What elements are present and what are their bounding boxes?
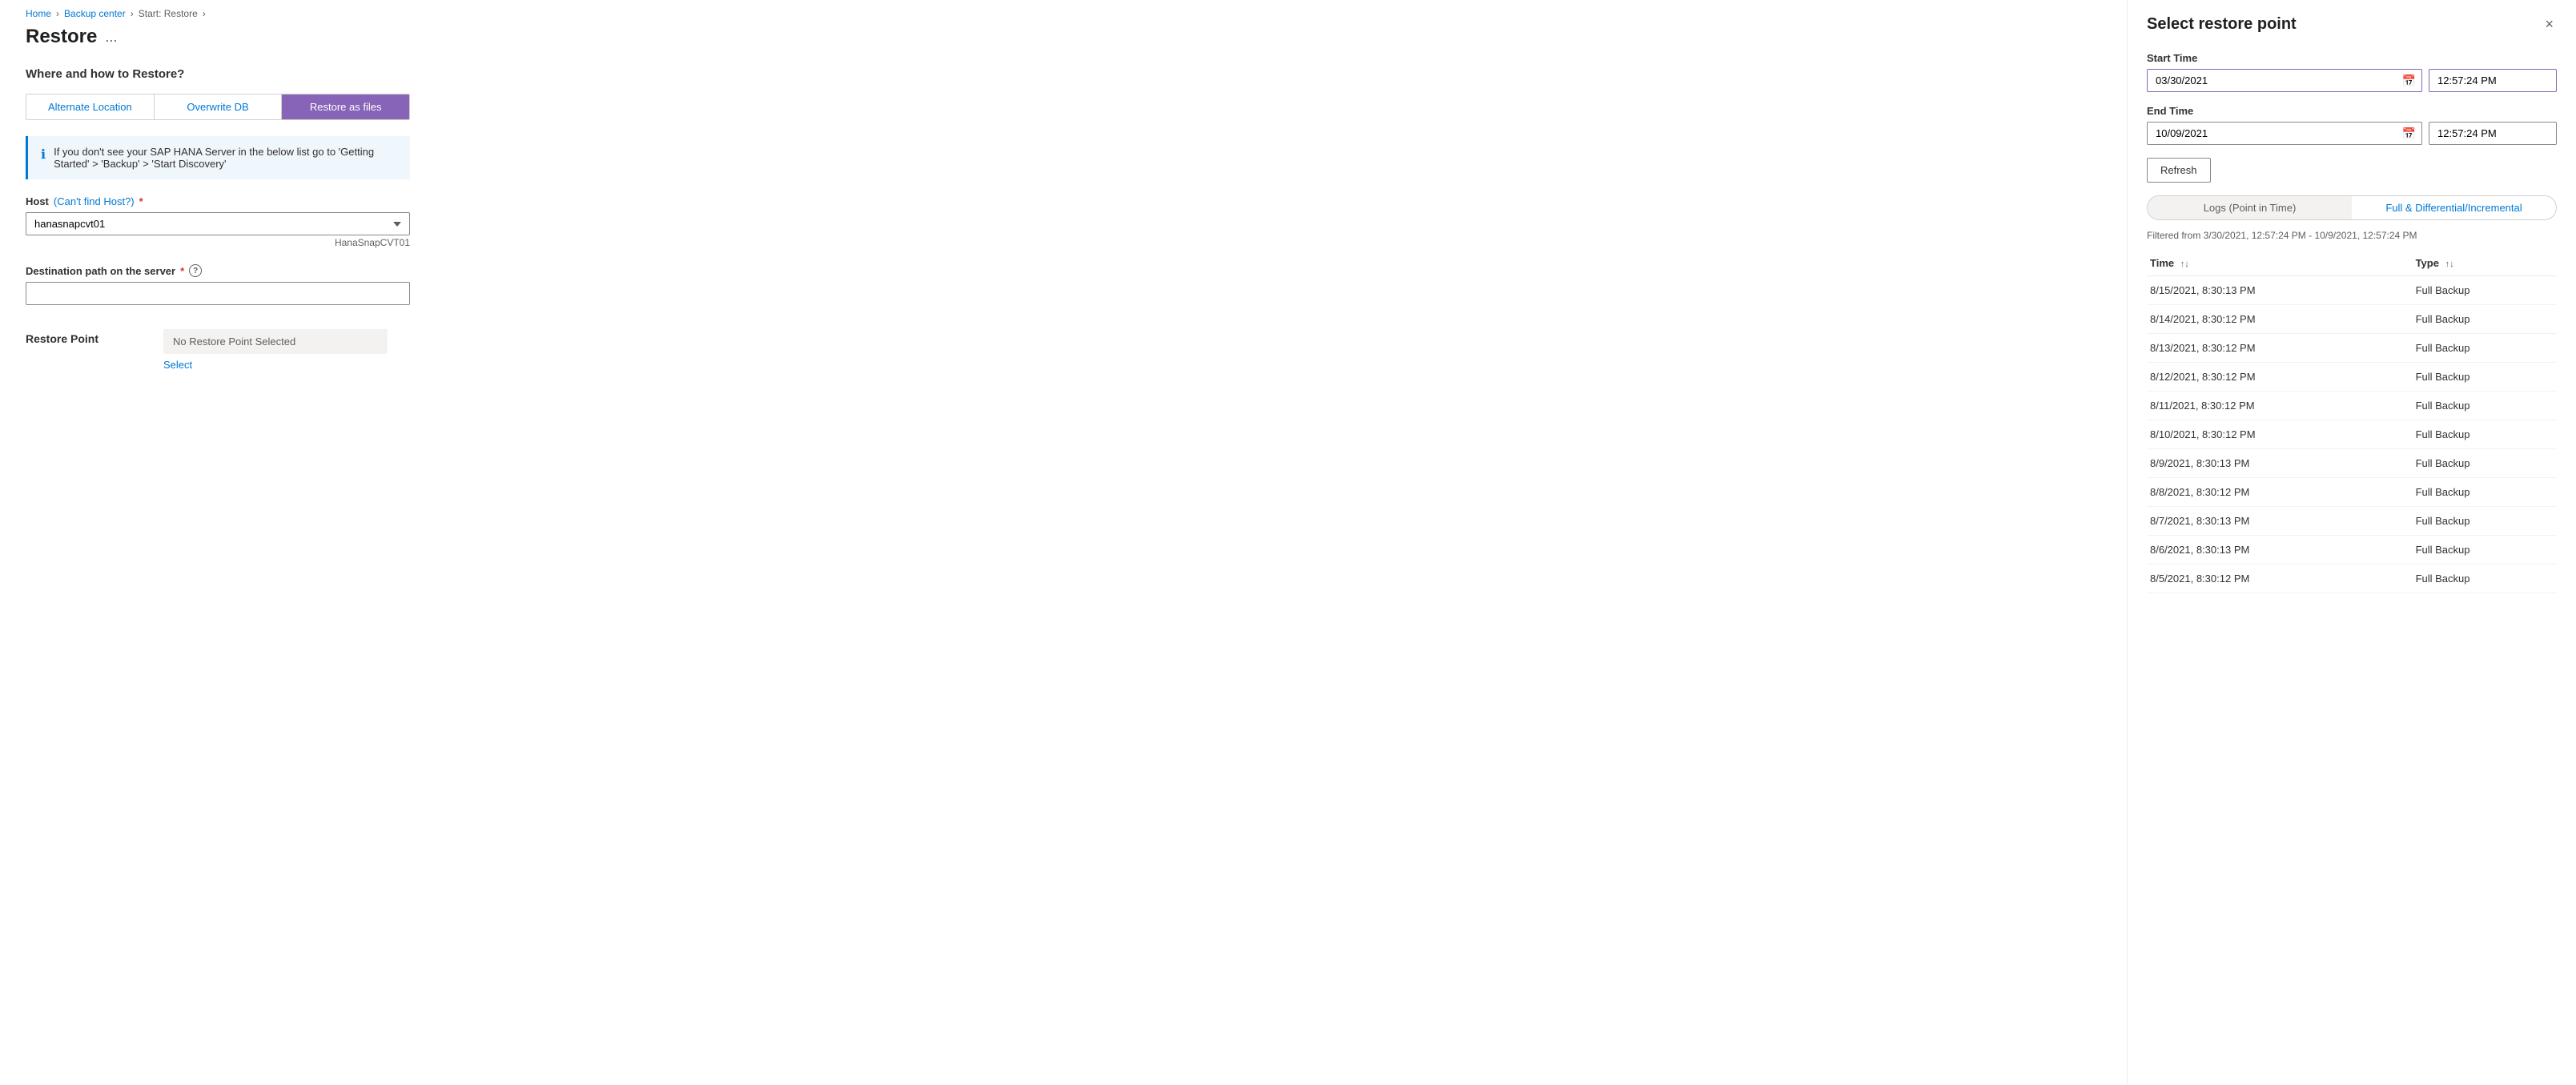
table-header: Time ↑↓ Type ↑↓ xyxy=(2147,251,2557,276)
tab-logs-point-in-time[interactable]: Logs (Point in Time) xyxy=(2148,196,2352,219)
end-time-row: 📅 xyxy=(2147,122,2557,145)
cell-type: Full Backup xyxy=(2413,420,2557,449)
cell-type: Full Backup xyxy=(2413,334,2557,363)
filter-info: Filtered from 3/30/2021, 12:57:24 PM - 1… xyxy=(2147,230,2557,241)
host-required: * xyxy=(139,195,143,207)
refresh-button[interactable]: Refresh xyxy=(2147,158,2211,183)
end-time-label: End Time xyxy=(2147,105,2557,117)
table-row[interactable]: 8/7/2021, 8:30:13 PMFull Backup xyxy=(2147,507,2557,536)
restore-point-placeholder: No Restore Point Selected xyxy=(163,329,388,354)
cell-type: Full Backup xyxy=(2413,392,2557,420)
table-row[interactable]: 8/5/2021, 8:30:12 PMFull Backup xyxy=(2147,565,2557,593)
info-box: ℹ If you don't see your SAP HANA Server … xyxy=(26,136,410,179)
sort-time-icon[interactable]: ↑↓ xyxy=(2180,259,2189,269)
restore-point-label: Restore Point xyxy=(26,329,138,345)
cell-time: 8/7/2021, 8:30:13 PM xyxy=(2147,507,2413,536)
restore-points-table: Time ↑↓ Type ↑↓ 8/15/2021, 8:30:13 PMFul… xyxy=(2147,251,2557,593)
start-time-input[interactable] xyxy=(2429,69,2557,92)
table-row[interactable]: 8/9/2021, 8:30:13 PMFull Backup xyxy=(2147,449,2557,478)
cell-time: 8/10/2021, 8:30:12 PM xyxy=(2147,420,2413,449)
table-row[interactable]: 8/12/2021, 8:30:12 PMFull Backup xyxy=(2147,363,2557,392)
end-time-section: End Time 📅 xyxy=(2147,105,2557,145)
select-restore-point-link[interactable]: Select xyxy=(163,359,388,371)
sort-type-icon[interactable]: ↑↓ xyxy=(2445,259,2454,269)
start-time-section: Start Time 📅 xyxy=(2147,52,2557,92)
page-title: Restore ... xyxy=(26,26,2101,48)
end-date-input[interactable] xyxy=(2147,122,2422,145)
start-date-wrap: 📅 xyxy=(2147,69,2422,92)
restore-type-tabs: Alternate Location Overwrite DB Restore … xyxy=(26,94,410,120)
dest-path-help-icon[interactable]: ? xyxy=(189,264,202,277)
cell-time: 8/14/2021, 8:30:12 PM xyxy=(2147,305,2413,334)
table-row[interactable]: 8/15/2021, 8:30:13 PMFull Backup xyxy=(2147,276,2557,305)
cell-time: 8/6/2021, 8:30:13 PM xyxy=(2147,536,2413,565)
cell-time: 8/13/2021, 8:30:12 PM xyxy=(2147,334,2413,363)
start-calendar-icon[interactable]: 📅 xyxy=(2402,74,2416,87)
cell-time: 8/11/2021, 8:30:12 PM xyxy=(2147,392,2413,420)
dest-path-required: * xyxy=(180,265,184,277)
cell-type: Full Backup xyxy=(2413,363,2557,392)
breadcrumb-sep-1: › xyxy=(56,8,59,19)
breadcrumb-current: Start: Restore xyxy=(139,8,198,19)
cell-type: Full Backup xyxy=(2413,565,2557,593)
start-time-label: Start Time xyxy=(2147,52,2557,64)
dest-path-input[interactable] xyxy=(26,282,410,305)
restore-point-section: Restore Point No Restore Point Selected … xyxy=(26,329,2101,371)
cell-time: 8/5/2021, 8:30:12 PM xyxy=(2147,565,2413,593)
breadcrumb-home[interactable]: Home xyxy=(26,8,51,19)
left-panel: Home › Backup center › Start: Restore › … xyxy=(0,0,2128,1085)
where-how-title: Where and how to Restore? xyxy=(26,67,2101,81)
start-date-input[interactable] xyxy=(2147,69,2422,92)
table-row[interactable]: 8/8/2021, 8:30:12 PMFull Backup xyxy=(2147,478,2557,507)
table-row[interactable]: 8/14/2021, 8:30:12 PMFull Backup xyxy=(2147,305,2557,334)
col-time: Time ↑↓ xyxy=(2147,251,2413,276)
right-panel: Select restore point × Start Time 📅 End … xyxy=(2128,0,2576,1085)
breadcrumb-sep-3: › xyxy=(203,8,206,19)
dest-path-field-group: Destination path on the server * ? xyxy=(26,264,2101,305)
cell-time: 8/12/2021, 8:30:12 PM xyxy=(2147,363,2413,392)
host-select[interactable]: hanasnapcvt01 xyxy=(26,212,410,235)
panel-title: Select restore point xyxy=(2147,15,2297,34)
cell-time: 8/9/2021, 8:30:13 PM xyxy=(2147,449,2413,478)
start-time-row: 📅 xyxy=(2147,69,2557,92)
host-field-group: Host (Can't find Host?) * hanasnapcvt01 … xyxy=(26,195,2101,248)
tab-alternate-location[interactable]: Alternate Location xyxy=(26,94,155,119)
panel-header: Select restore point × xyxy=(2147,13,2557,36)
table-row[interactable]: 8/10/2021, 8:30:12 PMFull Backup xyxy=(2147,420,2557,449)
cell-type: Full Backup xyxy=(2413,507,2557,536)
end-date-wrap: 📅 xyxy=(2147,122,2422,145)
page-more-options[interactable]: ... xyxy=(105,29,117,46)
table-row[interactable]: 8/13/2021, 8:30:12 PMFull Backup xyxy=(2147,334,2557,363)
cell-type: Full Backup xyxy=(2413,305,2557,334)
cell-time: 8/8/2021, 8:30:12 PM xyxy=(2147,478,2413,507)
breadcrumb-backup-center[interactable]: Backup center xyxy=(64,8,126,19)
restore-point-type-tabs: Logs (Point in Time) Full & Differential… xyxy=(2147,195,2557,220)
tab-overwrite-db[interactable]: Overwrite DB xyxy=(155,94,283,119)
cell-type: Full Backup xyxy=(2413,536,2557,565)
table-body: 8/15/2021, 8:30:13 PMFull Backup8/14/202… xyxy=(2147,276,2557,593)
info-text: If you don't see your SAP HANA Server in… xyxy=(54,146,397,170)
end-calendar-icon[interactable]: 📅 xyxy=(2402,127,2416,140)
tab-full-differential[interactable]: Full & Differential/Incremental xyxy=(2352,196,2556,219)
cant-find-host-link[interactable]: (Can't find Host?) xyxy=(54,195,135,207)
end-time-input[interactable] xyxy=(2429,122,2557,145)
dest-path-label: Destination path on the server * ? xyxy=(26,264,2101,277)
cell-type: Full Backup xyxy=(2413,478,2557,507)
restore-point-value: No Restore Point Selected Select xyxy=(163,329,388,371)
cell-type: Full Backup xyxy=(2413,276,2557,305)
table-row[interactable]: 8/6/2021, 8:30:13 PMFull Backup xyxy=(2147,536,2557,565)
col-type: Type ↑↓ xyxy=(2413,251,2557,276)
tab-restore-as-files[interactable]: Restore as files xyxy=(282,94,409,119)
breadcrumb-sep-2: › xyxy=(131,8,134,19)
host-label: Host (Can't find Host?) * xyxy=(26,195,2101,207)
cell-time: 8/15/2021, 8:30:13 PM xyxy=(2147,276,2413,305)
cell-type: Full Backup xyxy=(2413,449,2557,478)
host-hint: HanaSnapCVT01 xyxy=(26,237,410,248)
close-button[interactable]: × xyxy=(2542,13,2557,36)
table-row[interactable]: 8/11/2021, 8:30:12 PMFull Backup xyxy=(2147,392,2557,420)
breadcrumb: Home › Backup center › Start: Restore › xyxy=(26,0,2101,26)
info-icon: ℹ xyxy=(41,147,46,163)
